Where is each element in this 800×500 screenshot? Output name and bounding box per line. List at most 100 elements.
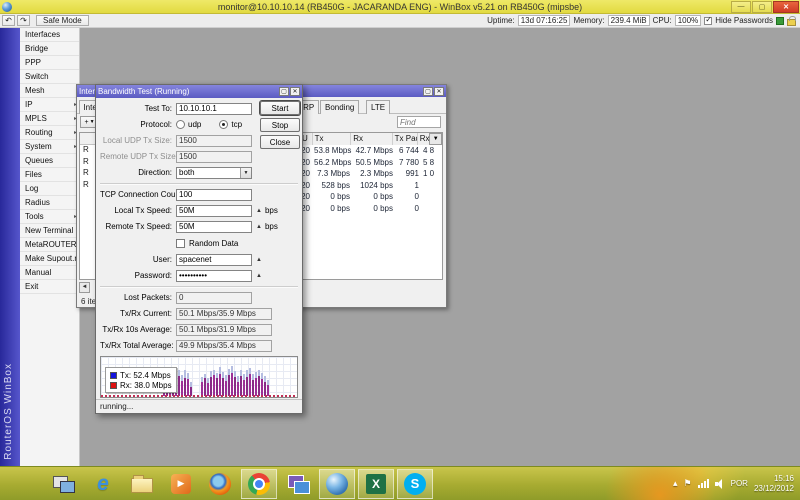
scroll-left-icon[interactable]: ◄ <box>79 282 90 293</box>
remote-tx-speed-field[interactable]: 50M <box>176 221 252 233</box>
close-button[interactable]: ✕ <box>773 1 799 13</box>
cell-rx: 1024 bps <box>352 180 395 192</box>
random-data-checkbox[interactable] <box>176 239 185 248</box>
btest-titlebar[interactable]: Bandwidth Test (Running) ▢ ✕ <box>96 85 302 98</box>
sidebar-item-make-supout-rif[interactable]: Make Supout.rif <box>20 252 79 266</box>
firefox-icon[interactable] <box>202 469 238 499</box>
direction-label: Direction: <box>100 168 176 177</box>
test-to-field[interactable]: 10.10.10.1 <box>176 103 252 115</box>
cell-rx: 0 bps <box>352 191 395 203</box>
sidebar-item-manual[interactable]: Manual <box>20 266 79 280</box>
system-tray: ▴ ⚑ POR 15:16 23/12/2012 <box>673 474 800 494</box>
sidebar-item-routing[interactable]: Routing▸ <box>20 126 79 140</box>
sidebar-item-mpls[interactable]: MPLS▸ <box>20 112 79 126</box>
spinner-up-icon[interactable]: ▲ <box>256 224 262 230</box>
file-explorer-icon[interactable] <box>124 469 160 499</box>
internet-explorer-icon[interactable]: e <box>85 469 121 499</box>
iface-table-row[interactable]: 2056.2 Mbps50.5 Mbps7 7805 8 <box>299 157 442 169</box>
btest-close-icon[interactable]: ✕ <box>290 87 300 96</box>
iface-table-row[interactable]: 2053.8 Mbps42.7 Mbps6 7444 8 <box>299 145 442 157</box>
column-header-rx[interactable]: Rx <box>350 133 391 145</box>
tab-bonding[interactable]: Bonding <box>320 100 359 114</box>
column-header-tx-packet[interactable]: Tx Pac... <box>392 133 417 145</box>
graph-bar <box>181 375 183 396</box>
sidebar-item-bridge[interactable]: Bridge <box>20 42 79 56</box>
iface-table-row[interactable]: 20528 bps1024 bps1 <box>299 180 442 192</box>
password-label: Password: <box>100 271 176 280</box>
user-label: User: <box>100 255 176 264</box>
sidebar-item-interfaces[interactable]: Interfaces <box>20 28 79 42</box>
taskbar-icons: e ▶ X S <box>0 469 433 499</box>
close-dialog-button[interactable]: Close <box>260 135 300 149</box>
sidebar-item-metarouter[interactable]: MetaROUTER <box>20 238 79 252</box>
interface-close-icon[interactable]: ✕ <box>434 87 444 96</box>
sidebar-item-new-terminal[interactable]: New Terminal <box>20 224 79 238</box>
bandwidth-test-dialog[interactable]: Bandwidth Test (Running) ▢ ✕ Test To: 10… <box>95 84 303 414</box>
sidebar-item-switch[interactable]: Switch <box>20 70 79 84</box>
sidebar-item-exit[interactable]: Exit <box>20 280 79 294</box>
skype-icon[interactable]: S <box>397 469 433 499</box>
excel-icon[interactable]: X <box>358 469 394 499</box>
cell-txp: 0 <box>395 191 421 203</box>
network-computers-icon[interactable] <box>46 469 82 499</box>
sidebar-item-tools[interactable]: Tools▸ <box>20 210 79 224</box>
column-header-rx-packet[interactable]: Rx P <box>417 133 430 145</box>
graph-bar <box>267 380 269 396</box>
winbox-taskbar-icon[interactable] <box>319 469 355 499</box>
dropdown-arrow-icon[interactable]: ▼ <box>240 168 251 178</box>
local-udp-size-field: 1500 <box>176 135 252 147</box>
sidebar-item-ppp[interactable]: PPP <box>20 56 79 70</box>
sidebar-item-system[interactable]: System▸ <box>20 140 79 154</box>
sidebar-item-mesh[interactable]: Mesh <box>20 84 79 98</box>
uptime-label: Uptime: <box>487 16 515 25</box>
clock[interactable]: 15:16 23/12/2012 <box>754 474 794 494</box>
sidebar-item-files[interactable]: Files <box>20 168 79 182</box>
column-header-tx[interactable]: Tx <box>312 133 351 145</box>
iface-table-row[interactable]: 200 bps0 bps0 <box>299 191 442 203</box>
spinner-up-icon[interactable]: ▲ <box>256 257 262 263</box>
tray-expand-icon[interactable]: ▴ <box>673 478 678 489</box>
cell-txp: 1 <box>395 180 421 192</box>
flag-icon[interactable]: ⚑ <box>684 478 692 489</box>
password-field[interactable]: •••••••••• <box>176 270 252 282</box>
remote-desktop-icon[interactable] <box>280 469 316 499</box>
stop-button[interactable]: Stop <box>260 118 300 132</box>
iface-table-row[interactable]: 200 bps0 bps0 <box>299 203 442 215</box>
speaker-icon[interactable] <box>715 479 725 489</box>
graph-bar <box>207 378 209 396</box>
network-signal-icon[interactable] <box>698 479 709 488</box>
btest-maximize-icon[interactable]: ▢ <box>279 87 289 96</box>
tcp-count-field[interactable]: 100 <box>176 189 252 201</box>
txrx-current-value: 50.1 Mbps/35.9 Mbps <box>176 308 272 320</box>
hide-passwords-checkbox[interactable] <box>704 17 712 25</box>
column-sort-dropdown[interactable]: ▼ <box>429 133 442 145</box>
chrome-icon[interactable] <box>241 469 277 499</box>
user-field[interactable]: spacenet <box>176 254 252 266</box>
winbox-toolbar: ↶ ↷ Safe Mode Uptime: 13d 07:16:25 Memor… <box>0 14 800 28</box>
spinner-up-icon[interactable]: ▲ <box>256 208 262 214</box>
undo-button[interactable]: ↶ <box>2 15 15 26</box>
spinner-up-icon[interactable]: ▲ <box>256 273 262 279</box>
redo-button[interactable]: ↷ <box>17 15 30 26</box>
sidebar-item-radius[interactable]: Radius <box>20 196 79 210</box>
maximize-button[interactable]: ▢ <box>752 1 772 13</box>
tcp-radio[interactable] <box>219 120 228 129</box>
lost-packets-value: 0 <box>176 292 252 304</box>
iface-table-row[interactable]: 207.3 Mbps2.3 Mbps9911 0 <box>299 168 442 180</box>
find-input[interactable] <box>397 116 441 128</box>
interface-maximize-icon[interactable]: ▢ <box>423 87 433 96</box>
sidebar-item-log[interactable]: Log <box>20 182 79 196</box>
sidebar-item-ip[interactable]: IP▸ <box>20 98 79 112</box>
start-button[interactable]: Start <box>260 101 300 115</box>
direction-select[interactable]: both ▼ <box>176 167 252 179</box>
language-indicator[interactable]: POR <box>731 479 748 488</box>
media-player-icon[interactable]: ▶ <box>163 469 199 499</box>
sidebar-item-queues[interactable]: Queues <box>20 154 79 168</box>
tab-lte[interactable]: LTE <box>366 100 390 114</box>
local-tx-speed-field[interactable]: 50M <box>176 205 252 217</box>
safe-mode-button[interactable]: Safe Mode <box>36 15 89 26</box>
minimize-button[interactable]: — <box>731 1 751 13</box>
btest-title: Bandwidth Test (Running) <box>98 87 278 96</box>
tx-legend-swatch <box>110 372 117 379</box>
udp-radio[interactable] <box>176 120 185 129</box>
